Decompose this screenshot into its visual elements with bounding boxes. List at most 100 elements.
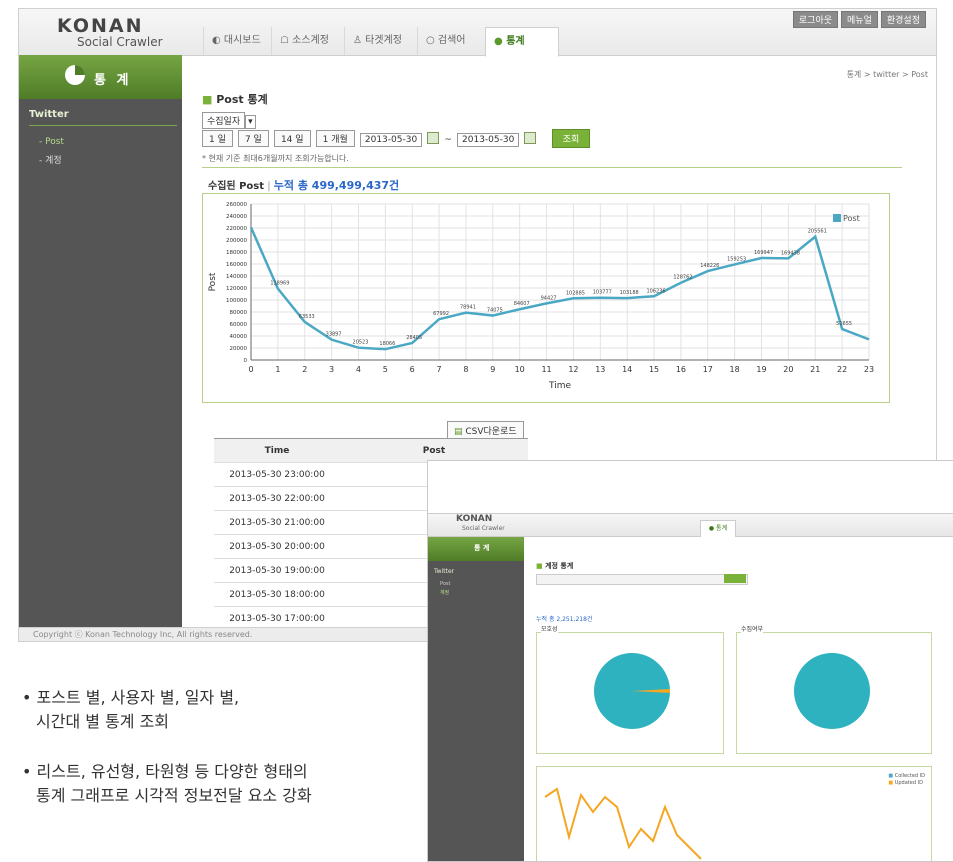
inset-sidebar-item-post[interactable]: Post [440,581,450,587]
tab-label: 대시보드 [223,35,261,46]
data-label: 118969 [270,281,289,287]
inset-search-button[interactable] [724,574,746,583]
inset-page-title: ■ 계정 통계 [536,562,574,570]
tab-statistics[interactable]: ● 통계 [485,27,559,57]
date-from-input[interactable]: 2013-05-30 [359,133,423,147]
x-tick-label: 20 [783,365,793,374]
sidebar-item-label: 계정 [45,156,62,166]
date-separator: ~ [444,135,452,145]
cell-time: 2013-05-30 20:00:00 [214,534,340,559]
data-label: 106236 [646,288,665,294]
summary: 수집된 Post | 누적 총 499,499,437건 [208,177,399,193]
data-label: 169947 [754,250,773,256]
page-title: ■ Post 통계 [202,91,268,107]
search-icon: ○ [426,35,438,46]
x-tick-label: 6 [410,365,415,374]
data-label: 169438 [781,250,800,256]
logout-button[interactable]: 로그아웃 [792,11,839,28]
inset-panel-right-title: 수집여부 [741,624,764,633]
y-tick-label: 100000 [226,298,247,304]
period-7day-button[interactable]: 7 일 [237,130,269,147]
calendar-icon[interactable] [524,131,537,144]
inset-filter-row[interactable] [536,574,748,585]
sidebar-item-post[interactable]: - Post [39,137,64,147]
notice-text: * 현재 기준 최대6개월까지 조회가능합니다. [202,154,349,163]
period-1day-button[interactable]: 1 일 [202,130,233,147]
x-tick-label: 13 [595,365,605,374]
logo-subtitle: Social Crawler [77,35,163,49]
data-label: 94427 [541,295,557,301]
legend-swatch [833,214,841,222]
y-tick-label: 200000 [226,238,247,244]
search-button[interactable]: 조회 [551,129,591,148]
y-tick-label: 40000 [230,334,248,340]
inset-screen: KONAN Social Crawler ● 통계 통 계 Twitter Po… [428,513,953,861]
y-tick-label: 140000 [226,274,247,280]
inset-panel-left: 모호성 [536,624,724,754]
inset-sidebar-item-account[interactable]: 계정 [440,589,449,596]
data-label: 18066 [379,341,395,347]
csv-download-button[interactable]: ▤ CSV다운로드 [447,419,524,440]
x-tick-label: 7 [437,365,442,374]
bullet-2-line-2: 통계 그래프로 시각적 정보전달 요소 강화 [36,786,312,805]
bullet-1-line-1: 포스트 별, 사용자 별, 일자 별, [36,688,240,707]
tab-source-account[interactable]: ☖ 소스계정 [271,27,337,55]
x-tick-label: 9 [490,365,495,374]
top-buttons: 로그아웃 메뉴얼 환경설정 [792,11,926,28]
bullet-1: • 포스트 별, 사용자 별, 일자 별, 시간대 별 통계 조회 [22,686,239,734]
dashboard-icon: ◐ [212,35,224,46]
printer-icon: ▤ [454,427,466,437]
data-label: 78941 [460,305,476,311]
y-tick-label: 80000 [230,310,248,316]
tab-target-account[interactable]: ♙ 타겟계정 [344,27,410,55]
data-label: 74075 [487,308,503,314]
data-label: 159253 [727,256,746,262]
data-label: 28405 [406,335,422,341]
x-axis-label: Time [548,381,571,391]
inset-pie-chart-left [594,653,670,729]
x-tick-label: 12 [568,365,578,374]
cell-time: 2013-05-30 19:00:00 [214,558,340,583]
data-label: 84607 [514,301,530,307]
date-to-input[interactable]: 2013-05-30 [457,133,520,147]
x-tick-label: 0 [248,365,253,374]
y-tick-label: 180000 [226,250,247,256]
period-1month-button[interactable]: 1 개월 [315,130,355,147]
x-tick-label: 19 [756,365,766,374]
settings-button[interactable]: 환경설정 [880,11,926,28]
breadcrumb: 통계 > twitter > Post [846,70,928,79]
calendar-icon[interactable] [427,131,440,144]
sidebar-section-twitter[interactable]: Twitter [29,109,177,126]
y-tick-label: 240000 [226,214,247,220]
data-label: 205561 [808,229,827,235]
inset-sidebar-section[interactable]: Twitter [434,568,454,575]
y-tick-label: 0 [244,358,248,364]
top-bar: KONAN Social Crawler 로그아웃 메뉴얼 환경설정 ◐ 대시보… [19,9,936,57]
summary-separator: | [267,181,271,192]
inset-title-text: 계정 통계 [545,562,574,570]
x-tick-label: 10 [515,365,525,374]
line-chart: 0 20000 40000 60000 80000 100000 120000 140000 1… [208,202,874,391]
inset-backdrop [428,461,953,513]
bullet-2-line-1: 리스트, 유선형, 타원형 등 다양한 형태의 [36,762,308,781]
inset-logo: KONAN [456,514,493,524]
tab-dashboard[interactable]: ◐ 대시보드 [203,27,269,55]
inset-sidebar-header: 통 계 [428,537,524,561]
inset-tab-statistics[interactable]: ● 통계 [700,520,736,537]
inset-summary-value: 누적 총 2,251,218건 [536,616,593,623]
cell-time: 2013-05-30 23:00:00 [214,462,340,487]
inset-line-chart [544,787,702,860]
period-14day-button[interactable]: 14 일 [273,130,311,147]
sidebar-item-label: Post [45,137,64,147]
legend-label: Post [843,214,860,223]
tab-keyword[interactable]: ○ 검색어 [417,27,474,55]
data-label: 102885 [566,290,585,296]
cell-time: 2013-05-30 18:00:00 [214,582,340,607]
inset-line-panel: ■ Collected ID ■ Updated ID [536,766,932,861]
x-tick-label: 8 [463,365,468,374]
pie-chart-icon: ● [494,36,507,47]
y-axis-label: Post [208,272,218,291]
sidebar-item-account[interactable]: - 계정 [39,153,62,166]
date-type-select[interactable]: 수집일자 ▾ [202,109,256,129]
manual-button[interactable]: 메뉴얼 [841,11,878,28]
